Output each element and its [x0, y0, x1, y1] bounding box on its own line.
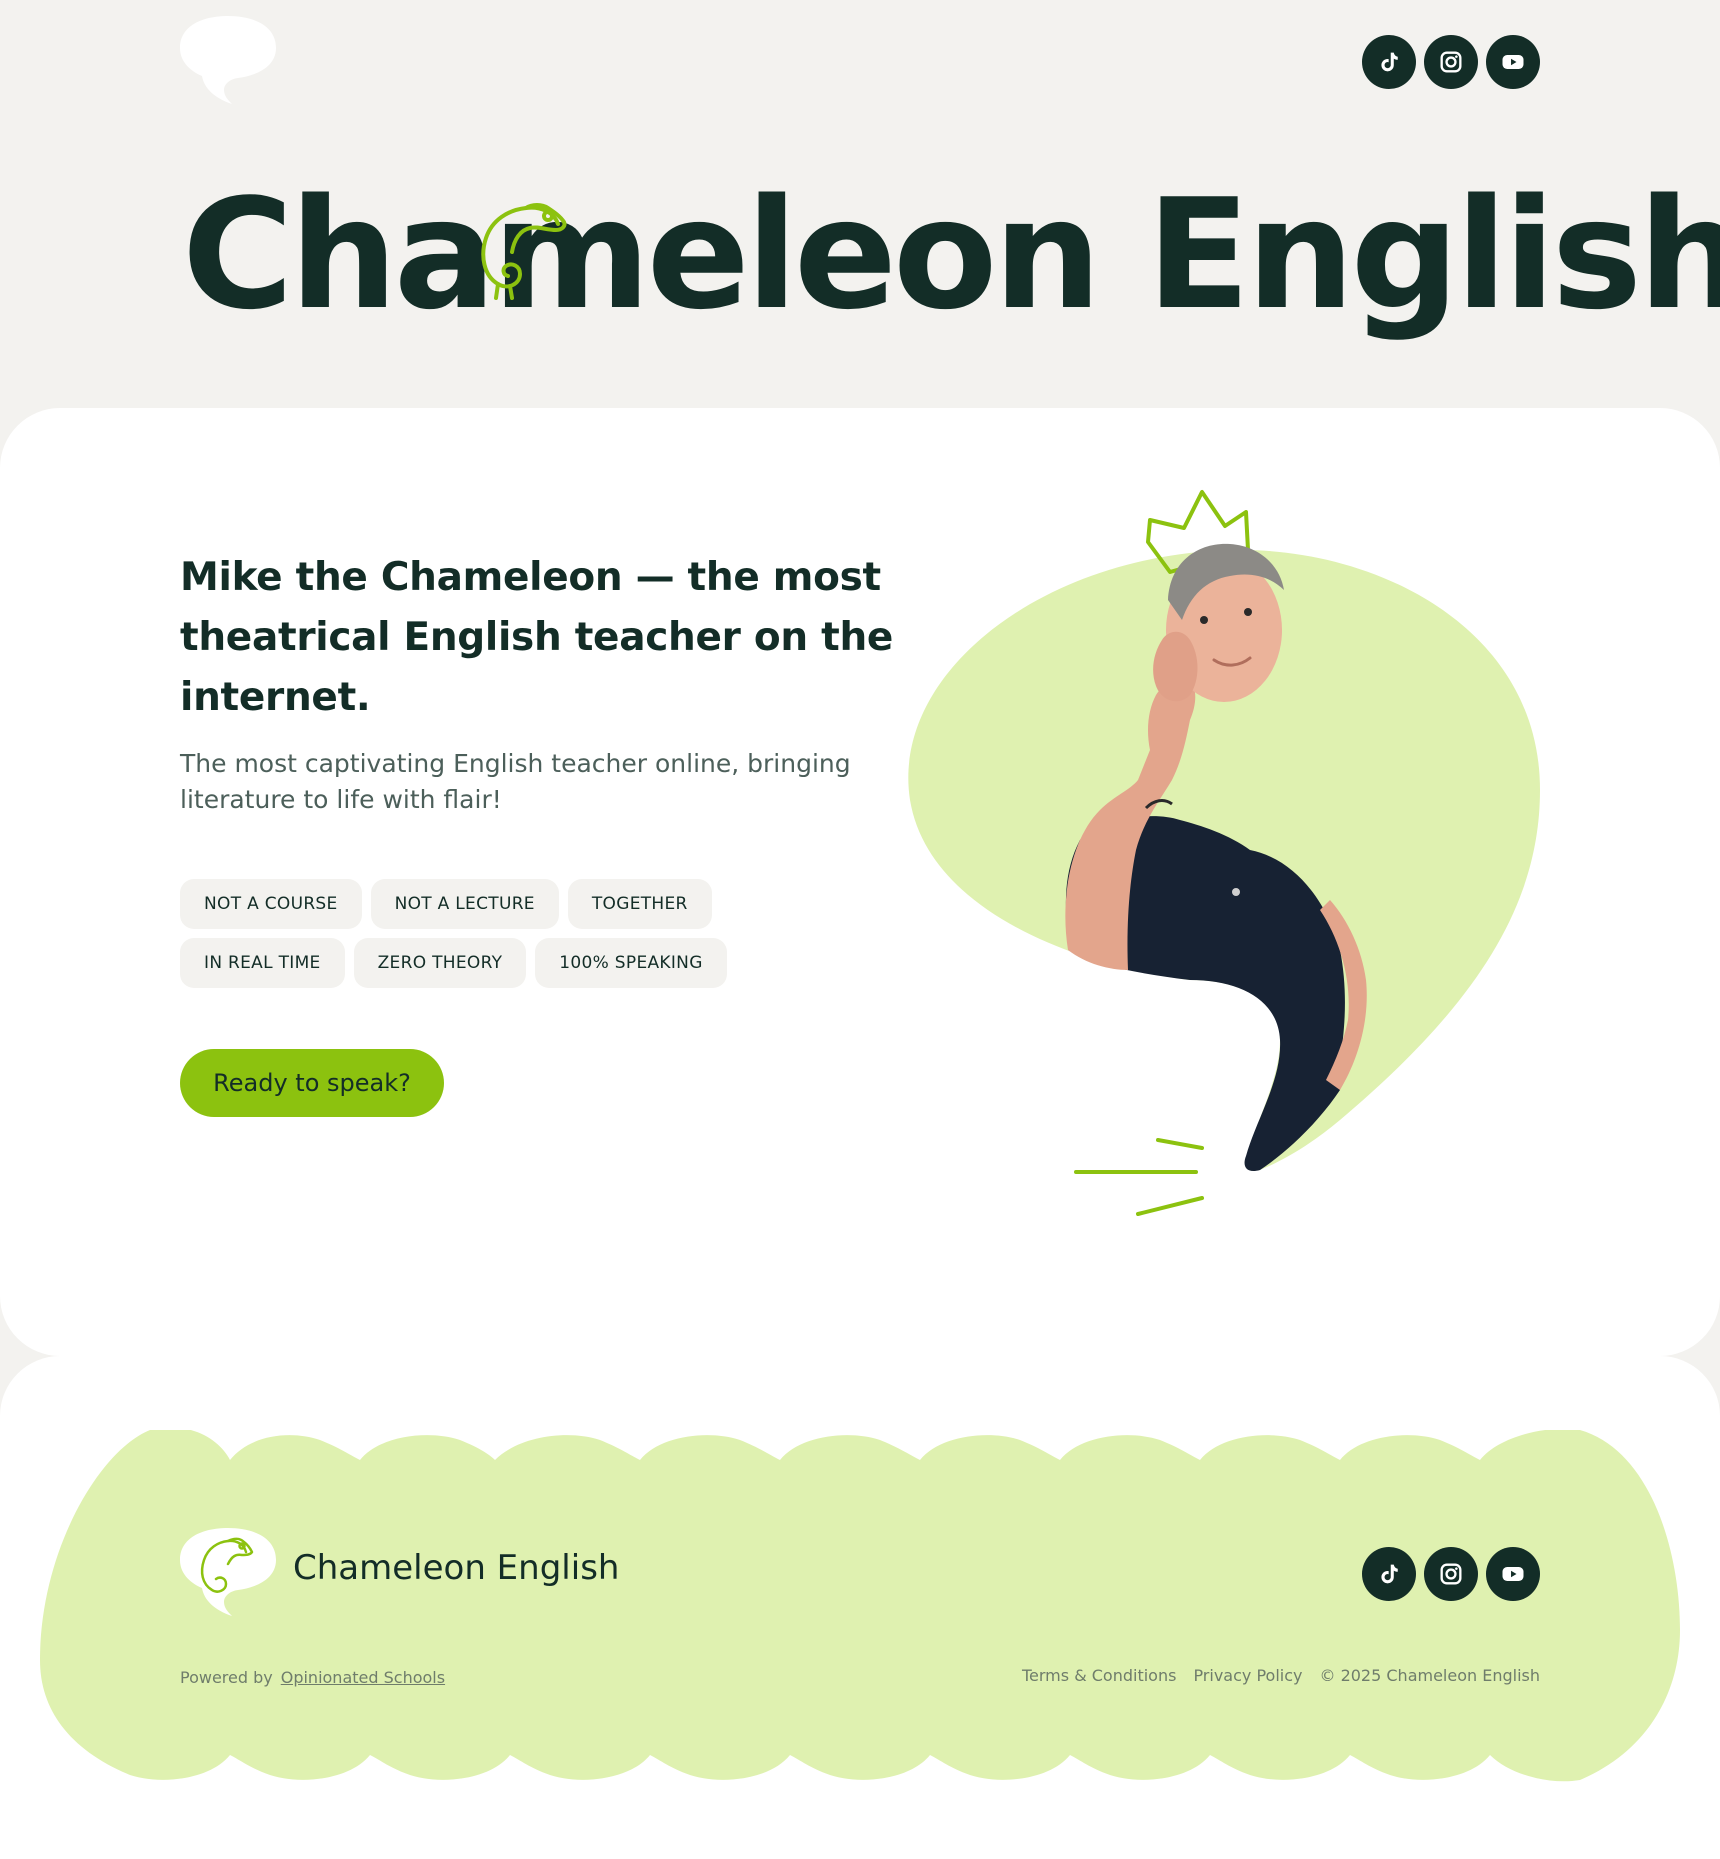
terms-link[interactable]: Terms & Conditions [1022, 1666, 1176, 1685]
footer-social-links [1362, 1547, 1540, 1601]
privacy-link[interactable]: Privacy Policy [1193, 1666, 1302, 1685]
footer-cloud-background [40, 1430, 1680, 1782]
hero-headline: Mike the Chameleon — the most theatrical… [180, 555, 894, 720]
tag: TOGETHER [567, 879, 712, 929]
powered-by: Powered by Opinionated Schools [180, 1668, 445, 1687]
social-links [1362, 35, 1540, 89]
tag: NOT A COURSE [180, 879, 362, 929]
chameleon-icon [481, 203, 567, 300]
brand-title: Chameleon English [182, 166, 1720, 343]
tag: IN REAL TIME [180, 938, 345, 988]
tag: 100% SPEAKING [535, 938, 727, 988]
footer-legal: Terms & Conditions Privacy Policy © 2025… [1022, 1666, 1540, 1685]
ready-to-speak-button[interactable]: Ready to speak? [180, 1049, 444, 1117]
instagram-button[interactable] [1424, 1547, 1478, 1601]
tiktok-button[interactable] [1362, 1547, 1416, 1601]
hero-subheadline: The most captivating English teacher onl… [180, 749, 851, 814]
tiktok-button[interactable] [1362, 35, 1416, 89]
tiktok-icon [1381, 52, 1398, 72]
footer-logo[interactable] [180, 1524, 276, 1620]
speech-bubble-logo[interactable] [180, 12, 276, 108]
teacher-illustration [908, 490, 1540, 1216]
feature-tags: NOT A COURSE NOT A LECTURE TOGETHER IN R… [180, 879, 800, 988]
youtube-button[interactable] [1486, 35, 1540, 89]
top-bar [0, 0, 1720, 130]
powered-by-label: Powered by [180, 1668, 273, 1687]
instagram-button[interactable] [1424, 35, 1478, 89]
copyright: © 2025 Chameleon English [1319, 1666, 1540, 1685]
motion-lines [1074, 1138, 1204, 1216]
tag: ZERO THEORY [353, 938, 527, 988]
footer-brand-name: Chameleon English [293, 1548, 620, 1588]
youtube-icon [1502, 55, 1524, 69]
instagram-icon [1440, 51, 1462, 73]
youtube-icon [1502, 1567, 1524, 1581]
opinionated-schools-link[interactable]: Opinionated Schools [281, 1668, 445, 1687]
tag: NOT A LECTURE [370, 879, 559, 929]
instagram-icon [1440, 1563, 1462, 1585]
youtube-button[interactable] [1486, 1547, 1540, 1601]
tiktok-icon [1381, 1564, 1398, 1584]
